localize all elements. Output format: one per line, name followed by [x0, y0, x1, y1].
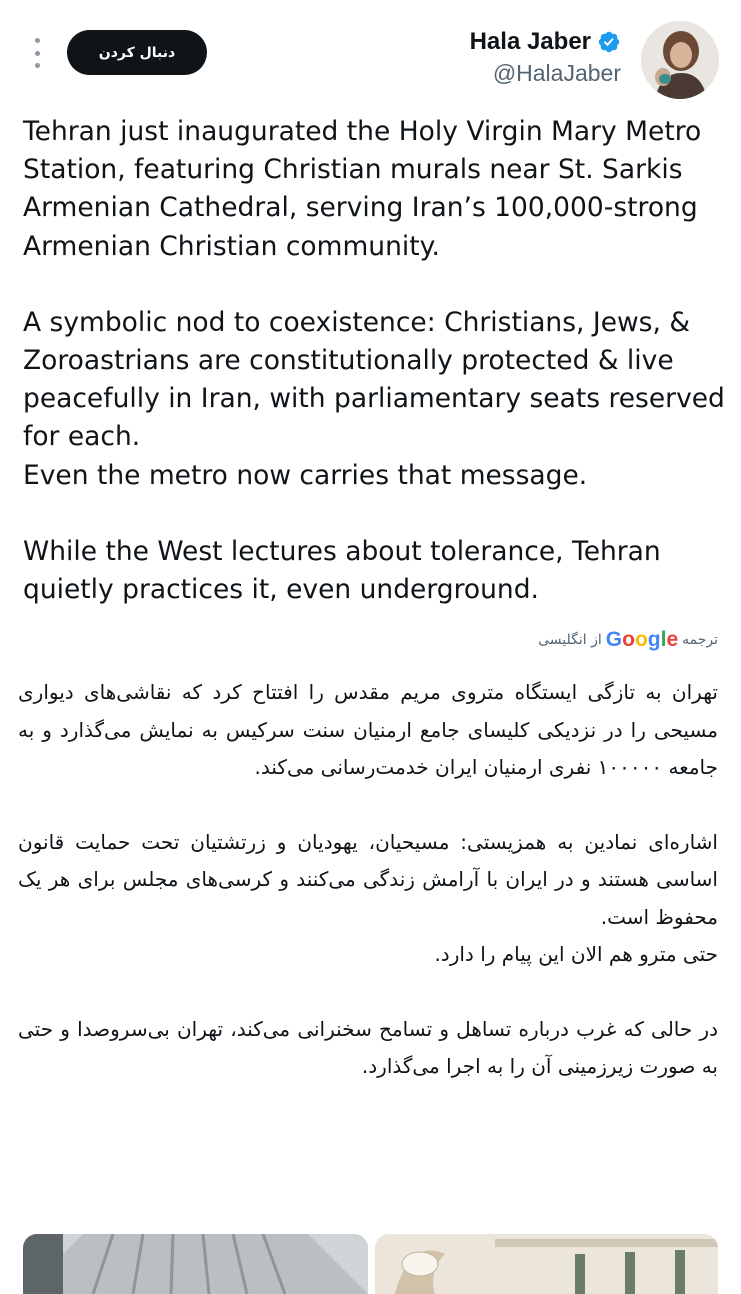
metro-mural-photo[interactable]: [375, 1234, 718, 1294]
translated-paragraph: حتی مترو هم الان این پیام را دارد.: [434, 942, 718, 966]
google-letter: e: [666, 628, 679, 651]
user-info[interactable]: Hala Jaber @HalaJaber: [470, 28, 621, 87]
translated-paragraph: تهران به تازگی ایستگاه متروی مریم مقدس ر…: [18, 680, 718, 779]
translate-prefix: ترجمه: [682, 632, 718, 648]
google-logo: Google: [606, 628, 678, 652]
tweet-paragraph: Tehran just inaugurated the Holy Virgin …: [23, 116, 702, 262]
tweet-paragraph: Even the metro now carries that message.: [23, 459, 588, 491]
tweet-header: دنبال کردن Hala Jaber @HalaJaber: [0, 0, 741, 110]
follow-button[interactable]: دنبال کردن: [67, 30, 207, 75]
avatar[interactable]: [641, 21, 719, 99]
tweet-text: Tehran just inaugurated the Holy Virgin …: [23, 113, 728, 609]
google-letter: g: [647, 628, 661, 651]
translate-suffix: از انگلیسی: [538, 632, 602, 648]
translated-paragraph: اشاره‌ای نمادین به همزیستی: مسیحیان، یهو…: [18, 829, 718, 929]
translated-paragraph: در حالی که غرب درباره تساهل و تسامح سخنر…: [18, 1016, 718, 1079]
translated-text: تهران به تازگی ایستگاه متروی مریم مقدس ر…: [18, 674, 718, 1086]
display-name[interactable]: Hala Jaber: [470, 28, 591, 56]
google-letter: o: [634, 628, 648, 651]
user-handle[interactable]: @HalaJaber: [470, 60, 621, 87]
media-gallery: [23, 1234, 718, 1294]
translation-attribution[interactable]: ترجمه Google از انگلیسی: [538, 628, 718, 652]
metro-station-photo[interactable]: [23, 1234, 368, 1294]
google-letter: G: [605, 628, 623, 651]
verified-badge-icon: [598, 31, 620, 53]
google-letter: o: [622, 628, 635, 651]
tweet-paragraph: While the West lectures about tolerance,…: [23, 535, 661, 606]
more-vertical-icon[interactable]: [26, 38, 48, 68]
tweet-paragraph: A symbolic nod to coexistence: Christian…: [23, 306, 725, 453]
